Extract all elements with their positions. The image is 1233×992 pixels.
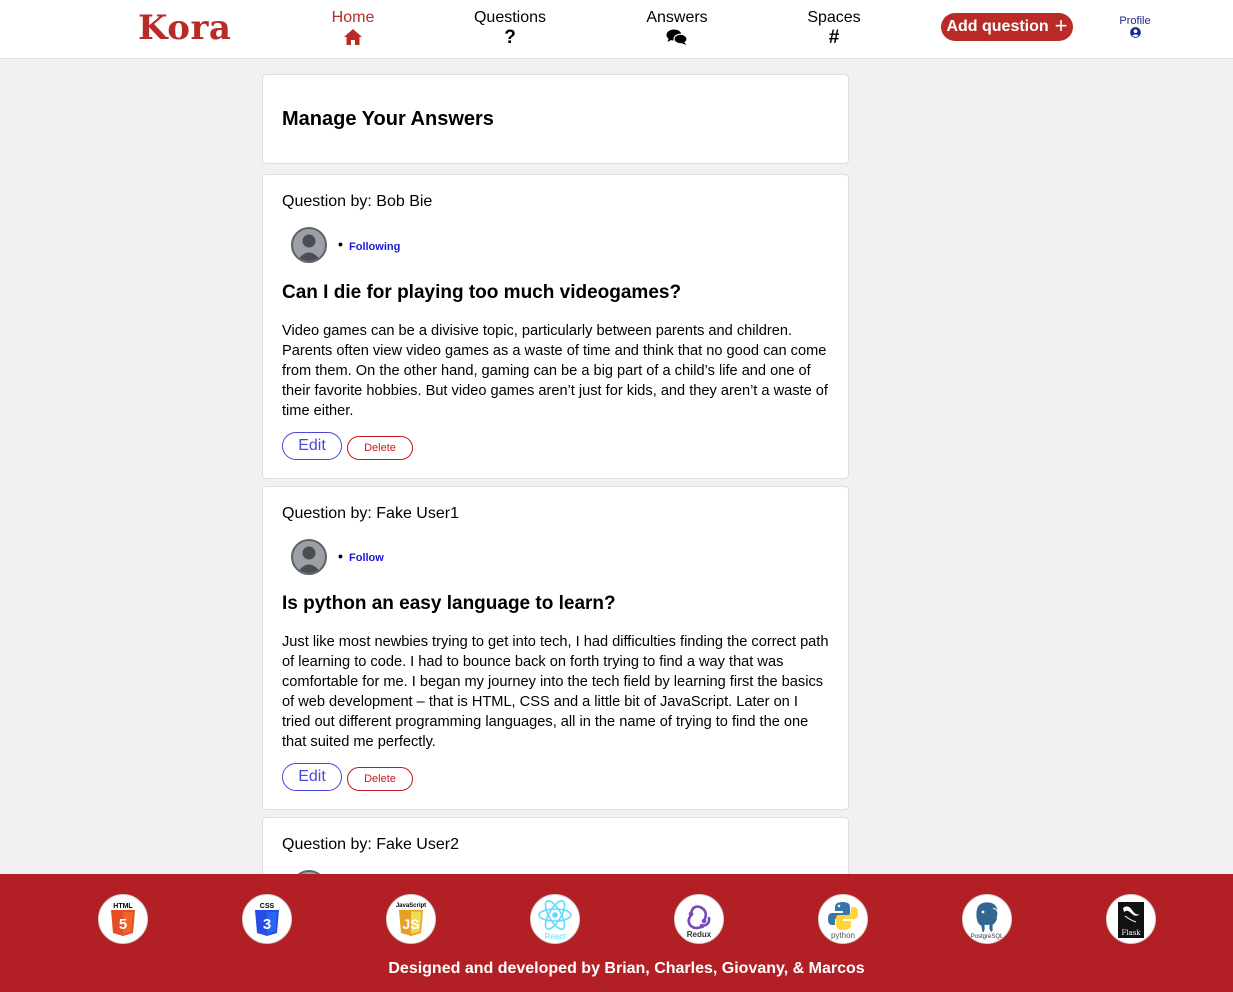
nav-profile[interactable]: Profile	[1105, 15, 1165, 41]
nav-questions[interactable]: Questions ?	[455, 9, 565, 48]
avatar[interactable]	[291, 539, 327, 575]
svg-text:CSS: CSS	[260, 903, 275, 910]
question-title[interactable]: Can I die for playing too much videogame…	[282, 282, 681, 304]
svg-text:5: 5	[119, 916, 127, 933]
delete-button[interactable]: Delete	[347, 436, 413, 460]
page-title-card: Manage Your Answers	[262, 74, 849, 164]
question-by-prefix: Question by:	[282, 505, 372, 522]
question-mark-icon: ?	[504, 27, 516, 48]
svg-text:HTML: HTML	[113, 903, 133, 910]
follow-button[interactable]: Follow	[349, 552, 384, 564]
svg-text:3: 3	[263, 916, 271, 933]
follow-button[interactable]: Following	[349, 241, 400, 253]
add-question-label: Add question	[946, 18, 1049, 35]
edit-button[interactable]: Edit	[282, 763, 342, 791]
svg-text:python: python	[831, 931, 855, 940]
redux-logo-icon[interactable]: Redux	[674, 894, 724, 944]
svg-text:JS: JS	[402, 916, 419, 932]
footer-credits: Designed and developed by Brian, Charles…	[388, 960, 865, 977]
avatar[interactable]	[291, 227, 327, 263]
nav-home[interactable]: Home	[298, 9, 408, 48]
answer-card: Question by: Bob Bie • Following Can I d…	[262, 174, 849, 479]
question-author-line: Question by: Fake User1	[282, 505, 459, 523]
profile-label: Profile	[1119, 15, 1151, 27]
svg-text:React: React	[545, 932, 567, 941]
edit-button[interactable]: Edit	[282, 432, 342, 460]
hashtag-icon: #	[828, 27, 840, 48]
question-by-prefix: Question by:	[282, 193, 372, 210]
delete-button[interactable]: Delete	[347, 767, 413, 791]
answer-text: Just like most newbies trying to get int…	[282, 634, 829, 750]
python-logo-icon[interactable]: python	[818, 894, 868, 944]
svg-text:JavaScript: JavaScript	[396, 903, 426, 909]
plus-icon: +	[1054, 13, 1068, 38]
footer: HTML 5 CSS 3 JavaScript JS React Redux p…	[0, 874, 1233, 992]
add-question-button[interactable]: Add question +	[941, 13, 1073, 41]
postgresql-logo-icon[interactable]: PostgreSQL	[962, 894, 1012, 944]
nav-home-label: Home	[331, 9, 375, 26]
nav-questions-label: Questions	[473, 9, 547, 26]
answer-text: Video games can be a divisive topic, par…	[282, 323, 828, 419]
nav-spaces-label: Spaces	[807, 9, 861, 26]
react-logo-icon[interactable]: React	[530, 894, 580, 944]
comments-icon	[622, 28, 732, 48]
svg-text:Redux: Redux	[687, 930, 712, 939]
javascript-logo-icon[interactable]: JavaScript JS	[386, 894, 436, 944]
page-title: Manage Your Answers	[282, 108, 494, 130]
kora-logo[interactable]: Kora	[138, 8, 231, 48]
svg-text:Flask: Flask	[1121, 929, 1141, 937]
nav-answers-label: Answers	[646, 9, 708, 26]
html5-logo-icon[interactable]: HTML 5	[98, 894, 148, 944]
flask-logo-icon[interactable]: Flask	[1106, 894, 1156, 944]
user-circle-icon	[1105, 27, 1165, 41]
separator-dot: •	[338, 236, 343, 252]
top-nav: Kora Home Questions ? Answers Spaces # A…	[0, 0, 1233, 59]
answer-card: Question by: Fake User1 • Follow Is pyth…	[262, 486, 849, 810]
home-icon	[298, 28, 408, 48]
nav-spaces[interactable]: Spaces #	[779, 9, 889, 48]
css3-logo-icon[interactable]: CSS 3	[242, 894, 292, 944]
question-title[interactable]: Is python an easy language to learn?	[282, 593, 616, 615]
question-by-prefix: Question by:	[282, 836, 372, 853]
question-author: Fake User1	[376, 505, 459, 522]
question-author-line: Question by: Bob Bie	[282, 193, 432, 211]
question-author: Bob Bie	[376, 193, 433, 210]
nav-answers[interactable]: Answers	[622, 9, 732, 48]
question-author: Fake User2	[376, 836, 459, 853]
svg-text:PostgreSQL: PostgreSQL	[971, 934, 1004, 940]
separator-dot: •	[338, 548, 343, 564]
question-author-line: Question by: Fake User2	[282, 836, 459, 854]
